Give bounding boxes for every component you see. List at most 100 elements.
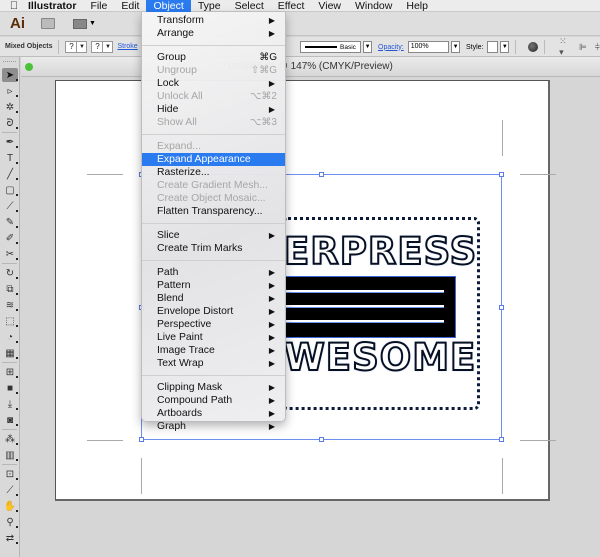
style-dropdown-arrow[interactable]: ▼ [500, 41, 510, 53]
column-graph-tool[interactable]: ▥ [2, 448, 18, 462]
menu-item-slice[interactable]: Slice ▶ [142, 229, 285, 242]
menu-item-blend[interactable]: Blend ▶ [142, 292, 285, 305]
opacity-input[interactable]: 100% [407, 41, 450, 53]
menu-item-transform[interactable]: Transform ▶ [142, 14, 285, 27]
menu-item-image-trace[interactable]: Image Trace ▶ [142, 344, 285, 357]
recolor-artwork-icon[interactable] [528, 42, 539, 52]
symbol-sprayer-tool[interactable]: ⁂ [2, 432, 18, 446]
opacity-link[interactable]: Opacity: [378, 44, 404, 51]
menu-item-show-all: Show All ⌥⌘3 [142, 116, 285, 129]
menu-view[interactable]: View [311, 0, 348, 12]
menu-select[interactable]: Select [228, 0, 271, 12]
menu-item-path[interactable]: Path ▶ [142, 266, 285, 279]
menu-item-label: Graph [157, 421, 186, 432]
artboard-tool[interactable]: ⊡ [2, 467, 18, 481]
menu-item-text-wrap[interactable]: Text Wrap ▶ [142, 357, 285, 370]
apple-menu-icon[interactable]:  [7, 0, 21, 12]
menu-item-label: Group [157, 52, 186, 63]
tool-flyout-indicator [16, 510, 18, 512]
submenu-arrow-icon: ▶ [268, 320, 275, 329]
brush-definition-preview[interactable]: Basic [300, 41, 362, 53]
rotate-tool[interactable]: ↻ [2, 266, 18, 280]
menu-item-lock[interactable]: Lock ▶ [142, 77, 285, 90]
menu-file[interactable]: File [83, 0, 114, 12]
lasso-tool[interactable]: ᘐ [2, 116, 18, 130]
tool-flyout-indicator [16, 341, 18, 343]
panel-grip[interactable] [3, 61, 16, 66]
menu-item-group[interactable]: Group ⌘G [142, 51, 285, 64]
blend-tool[interactable]: ◙ [2, 413, 18, 427]
align-to-selection-icon[interactable]: ⁙▾ [559, 36, 571, 58]
selection-tool[interactable]: ➤ [2, 68, 18, 82]
mesh-tool[interactable]: ⊞ [2, 365, 18, 379]
column-graph-icon: ▥ [5, 449, 15, 461]
resize-handle-bottom-left[interactable] [139, 437, 144, 442]
perspective-grid-icon: ▦ [5, 347, 15, 359]
menu-object[interactable]: Object [146, 0, 191, 12]
menu-item-flatten-transparency[interactable]: Flatten Transparency... [142, 205, 285, 218]
warp-tool[interactable]: ≋ [2, 298, 18, 312]
menu-item-arrange[interactable]: Arrange ▶ [142, 27, 285, 40]
magic-wand-tool[interactable]: ✲ [2, 100, 18, 114]
free-transform-tool[interactable]: ⬚ [2, 314, 18, 328]
menu-edit[interactable]: Edit [114, 0, 146, 12]
menu-item-create-trim-marks[interactable]: Create Trim Marks [142, 242, 285, 255]
type-tool[interactable]: T [2, 151, 18, 165]
menu-item-clipping-mask[interactable]: Clipping Mask ▶ [142, 381, 285, 394]
perspective-grid-tool[interactable]: ▦ [2, 346, 18, 360]
illustrator-screen:  Illustrator File Edit Object Type Sele… [0, 0, 600, 557]
brush-name: Basic [340, 43, 356, 51]
resize-handle-bottom[interactable] [319, 437, 324, 442]
tool-flyout-indicator [16, 178, 18, 180]
menu-item-artboards[interactable]: Artboards ▶ [142, 407, 285, 420]
pencil-tool[interactable]: ✎ [2, 215, 18, 229]
shape-builder-tool[interactable]: ◔ [2, 330, 18, 344]
scale-tool[interactable]: ⧉ [2, 282, 18, 296]
pen-tool[interactable]: ✒ [2, 135, 18, 149]
menu-item-rasterize[interactable]: Rasterize... [142, 166, 285, 179]
magic-wand-icon: ✲ [5, 101, 15, 113]
resize-handle-top[interactable] [319, 172, 324, 177]
scissors-tool[interactable]: ✂ [2, 247, 18, 261]
resize-handle-top-right[interactable] [499, 172, 504, 177]
illustrator-logo: Ai [10, 15, 25, 32]
direct-selection-tool[interactable]: ▹ [2, 84, 18, 98]
menu-window[interactable]: Window [348, 0, 399, 12]
document-title-bar[interactable]: Untitled-8* @ 147% (CMYK/Preview) [21, 57, 600, 77]
menu-item-graph[interactable]: Graph ▶ [142, 420, 285, 433]
menu-type[interactable]: Type [191, 0, 228, 12]
zoom-tool[interactable]: ⚲ [2, 515, 18, 529]
menu-item-pattern[interactable]: Pattern ▶ [142, 279, 285, 292]
menu-item-expand-appearance[interactable]: Expand Appearance [142, 153, 285, 166]
menu-item-hide[interactable]: Hide ▶ [142, 103, 285, 116]
resize-handle-right[interactable] [499, 305, 504, 310]
menu-item-live-paint[interactable]: Live Paint ▶ [142, 331, 285, 344]
resize-handle-bottom-right[interactable] [499, 437, 504, 442]
menu-app-name[interactable]: Illustrator [21, 0, 83, 12]
align-center-icon[interactable]: ⫩ [595, 42, 600, 53]
menu-effect[interactable]: Effect [271, 0, 312, 12]
menu-item-compound-path[interactable]: Compound Path ▶ [142, 394, 285, 407]
align-left-icon[interactable]: ⊫ [579, 42, 587, 53]
line-segment-tool[interactable]: ╱ [2, 167, 18, 181]
paintbrush-tool[interactable]: ⟋ [2, 199, 18, 213]
menu-item-label: Pattern [157, 280, 191, 291]
window-zoom-button[interactable] [25, 63, 33, 71]
brush-dropdown-arrow[interactable]: ▼ [363, 41, 372, 53]
menu-item-label: Clipping Mask [157, 382, 223, 393]
eyedropper-tool[interactable]: ⤓ [2, 397, 18, 411]
arrange-documents-button[interactable]: ▼ [73, 18, 96, 29]
hand-tool[interactable]: ✋ [2, 499, 18, 513]
tool-flyout-indicator [16, 226, 18, 228]
menu-item-perspective[interactable]: Perspective ▶ [142, 318, 285, 331]
gradient-tool[interactable]: ■ [2, 381, 18, 395]
shaper-tool[interactable]: ✐ [2, 231, 18, 245]
fill-stroke-swap[interactable]: ⇄ [2, 531, 18, 545]
bridge-icon[interactable] [41, 18, 55, 29]
menu-item-envelope-distort[interactable]: Envelope Distort ▶ [142, 305, 285, 318]
rectangle-tool[interactable]: ▢ [2, 183, 18, 197]
graphic-style-swatch[interactable] [486, 41, 499, 53]
opacity-dropdown-arrow[interactable]: ▼ [451, 41, 461, 53]
slice-tool[interactable]: ⟋ [2, 483, 18, 497]
menu-help[interactable]: Help [399, 0, 435, 12]
